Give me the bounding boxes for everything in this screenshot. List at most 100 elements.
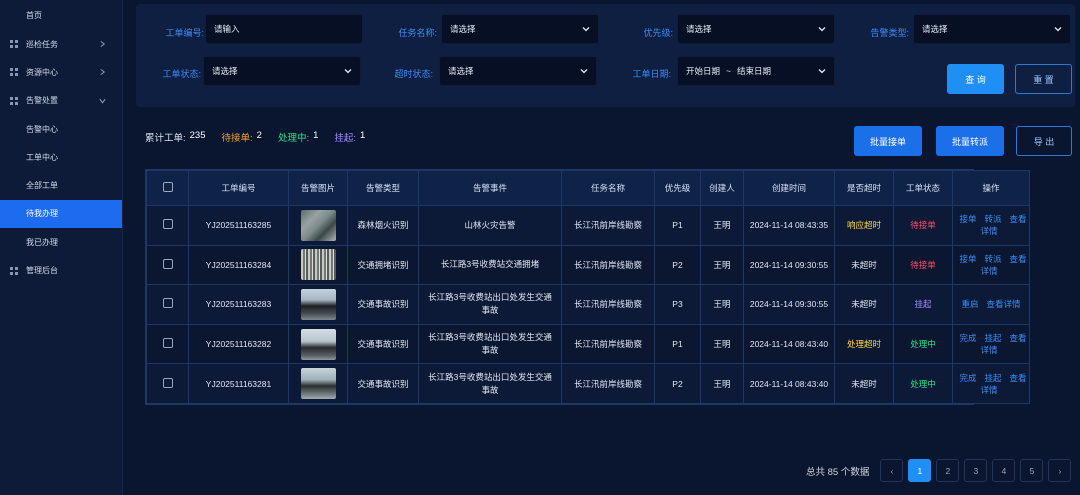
status-cell: 处理中 (893, 323, 953, 365)
order-status-value: 请选择 (212, 66, 238, 76)
created-time-cell: 2024-11-14 08:43:40 (743, 323, 835, 365)
chevron-right-icon (99, 41, 106, 48)
row-checkbox[interactable] (162, 219, 173, 230)
col-header: 告警类型 (347, 170, 419, 206)
prev-page-button[interactable]: ‹ (880, 459, 904, 482)
order-stats: 累计工单: 235 待接单: 2 处理中: 1 挂起: 1 (145, 130, 377, 144)
row-action-link[interactable]: 挂起 (984, 373, 1001, 383)
order-status-select[interactable]: 请选择 (203, 56, 361, 86)
select-all-checkbox[interactable] (162, 182, 173, 192)
col-header: 优先级 (654, 170, 701, 206)
row-action-link[interactable]: 接单 (959, 214, 976, 224)
date-range-picker[interactable]: 开始日期 ~ 结束日期 (677, 56, 835, 86)
sidebar-item-home[interactable]: 首页 (0, 0, 122, 30)
row-checkbox[interactable] (162, 298, 173, 309)
sidebar-item-admin[interactable]: 管理后台 (0, 256, 122, 284)
chevron-right-icon (99, 69, 106, 76)
chevron-down-icon (582, 25, 590, 33)
chevron-down-icon (1054, 25, 1062, 33)
select-cell (146, 363, 189, 404)
batch-accept-button[interactable]: 批量接单 (854, 126, 922, 156)
next-page-button[interactable]: › (1048, 459, 1072, 482)
row-action-link[interactable]: 转派 (984, 254, 1001, 264)
batch-transfer-button[interactable]: 批量转派 (936, 126, 1004, 156)
alarm-type-cell: 交通事故识别 (347, 284, 419, 325)
sidebar-item-label: 我已办理 (26, 237, 58, 247)
alarm-type-cell: 交通拥堵识别 (347, 244, 419, 286)
alarm-image-cell (288, 205, 348, 246)
select-cell (146, 205, 189, 246)
priority-value: 请选择 (686, 24, 712, 34)
sidebar-item-label: 全部工单 (26, 181, 58, 191)
sidebar-item-my-done[interactable]: 我已办理 (0, 228, 122, 256)
task-name-cell: 长江汛前岸线勘察 (561, 363, 655, 404)
alarm-type-select[interactable]: 请选择 (913, 14, 1071, 44)
table-row: YJ202511163281 交通事故识别 长江路3号收费站出口处发生交通事故 长江汛… (146, 363, 1030, 404)
grid-icon (9, 68, 18, 77)
sidebar-item-resources[interactable]: 资源中心 (0, 58, 122, 86)
alarm-image-cell (288, 244, 348, 286)
processing-label: 处理中: (277, 133, 310, 144)
actions-cell: 完成 挂起 查看详情 (952, 363, 1030, 404)
priority-cell: P2 (654, 244, 701, 286)
priority-cell: P3 (654, 284, 701, 325)
timeout-cell: 未超时 (834, 244, 894, 286)
select-all-cell (146, 170, 189, 206)
filter-panel: 工单编号: 请输入 任务名称: 请选择 优先级: 请选择 告警类型: 请选择 工… (136, 4, 1075, 107)
order-id-cell: YJ202511163282 (188, 323, 289, 365)
alarm-thumbnail[interactable] (300, 249, 336, 281)
sidebar-item-inspection[interactable]: 巡检任务 (0, 30, 122, 58)
task-name-cell: 长江汛前岸线勘察 (561, 205, 655, 246)
sidebar-item-label: 待我办理 (26, 209, 58, 219)
sidebar-item-alarm-center[interactable]: 告警中心 (0, 115, 122, 143)
sidebar-item-my-todo[interactable]: 待我办理 (0, 199, 122, 229)
page-button[interactable]: 3 (964, 459, 988, 482)
row-action-link[interactable]: 重启 (961, 299, 978, 309)
row-action-link[interactable]: 接单 (959, 254, 976, 264)
sidebar-item-alarm-handling[interactable]: 告警处置 (0, 87, 122, 115)
alarm-event-cell: 长江路3号收费站出口处发生交通事故 (418, 363, 562, 404)
row-checkbox[interactable] (162, 338, 173, 349)
status-cell: 待接单 (893, 244, 953, 286)
row-action-link[interactable]: 完成 (959, 373, 976, 383)
priority-select[interactable]: 请选择 (677, 14, 835, 44)
row-action-link[interactable]: 转派 (984, 214, 1001, 224)
timeout-select[interactable]: 请选择 (439, 56, 597, 86)
page-button[interactable]: 5 (1020, 459, 1044, 482)
page-button[interactable]: 4 (992, 459, 1016, 482)
alarm-image-cell (288, 323, 348, 365)
priority-label: 优先级: (643, 28, 673, 38)
query-button[interactable]: 查 询 (947, 64, 1004, 94)
priority-cell: P2 (654, 363, 701, 404)
reset-button[interactable]: 重 置 (1015, 64, 1072, 94)
table-row: YJ202511163284 交通拥堵识别 长江路3号收费站交通拥堵 长江汛前岸线勘察… (146, 244, 1030, 286)
alarm-thumbnail[interactable] (300, 328, 336, 360)
alarm-thumbnail[interactable] (300, 209, 336, 241)
sidebar-item-label: 首页 (26, 10, 42, 20)
page-button[interactable]: 1 (908, 459, 932, 482)
alarm-type-value: 请选择 (922, 24, 948, 34)
suspended-value: 1 (360, 130, 366, 141)
chevron-down-icon (818, 25, 826, 33)
alarm-thumbnail[interactable] (300, 368, 336, 400)
sidebar-item-order-center[interactable]: 工单中心 (0, 143, 122, 171)
alarm-thumbnail[interactable] (300, 288, 336, 320)
alarm-image-cell (288, 363, 348, 404)
task-name-value: 请选择 (450, 24, 476, 34)
row-checkbox[interactable] (162, 258, 173, 269)
task-name-select[interactable]: 请选择 (441, 14, 599, 44)
order-no-input[interactable]: 请输入 (205, 14, 363, 44)
row-action-link[interactable]: 挂起 (984, 333, 1001, 343)
chevron-down-icon (99, 97, 106, 104)
page-button[interactable]: 2 (936, 459, 960, 482)
sidebar-item-all-orders[interactable]: 全部工单 (0, 171, 122, 199)
row-action-link[interactable]: 查看详情 (987, 299, 1021, 309)
pagination: 总共 85 个数据 ‹ 1 2 3 4 5 › (806, 459, 1072, 482)
actions-cell: 重启 查看详情 (952, 284, 1030, 325)
row-checkbox[interactable] (162, 377, 173, 388)
sidebar-item-label: 资源中心 (26, 67, 58, 77)
creator-cell: 王明 (700, 323, 744, 365)
timeout-cell: 处理超时 (834, 323, 894, 365)
export-button[interactable]: 导 出 (1016, 126, 1072, 156)
row-action-link[interactable]: 完成 (959, 333, 976, 343)
